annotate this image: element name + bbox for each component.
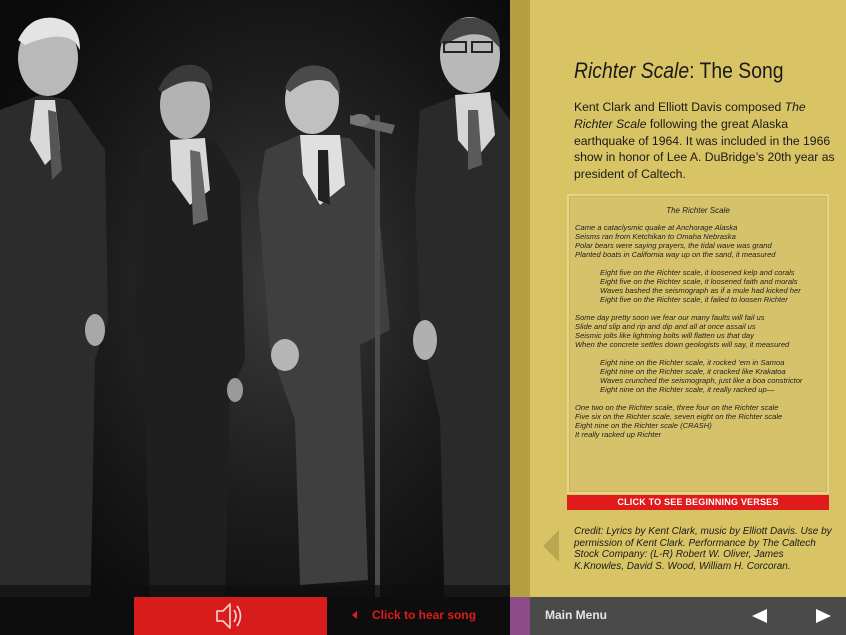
next-arrow-icon[interactable] [816, 609, 831, 623]
panel-divider [510, 0, 530, 597]
lyric-line: Polar bears were saying prayers, the tid… [575, 241, 772, 251]
credit-text: Credit: Lyrics by Kent Clark, music by E… [574, 526, 832, 572]
purple-accent [510, 597, 530, 635]
intro-part1: Kent Clark and Elliott Davis composed [574, 100, 785, 114]
lyrics-ending: One two on the Richter scale, three four… [575, 403, 782, 439]
lyric-line: Waves bashed the seismograph as if a mul… [600, 286, 801, 296]
see-beginning-verses-button[interactable]: CLICK TO SEE BEGINNING VERSES [567, 495, 829, 510]
lyric-line: Seismic jolts like lightning bolts will … [575, 331, 754, 341]
page-title-rest: : The Song [689, 58, 784, 83]
page-title: Richter Scale: The Song [574, 58, 784, 84]
play-audio-button[interactable] [134, 597, 327, 635]
lyrics-chorus-1: Eight five on the Richter scale, it loos… [600, 268, 801, 304]
lyric-line: Eight nine on the Richter scale, it rock… [600, 358, 785, 367]
lyrics-verse-2: Some day pretty soon we fear our many fa… [575, 313, 789, 349]
lyrics-verse-1: Came a cataclysmic quake at Anchorage Al… [575, 223, 776, 259]
lyrics-box: The Richter Scale Came a cataclysmic qua… [567, 194, 829, 494]
lyric-line: One two on the Richter scale, three four… [575, 403, 779, 412]
side-back-arrow-icon[interactable] [543, 530, 559, 562]
main-menu-link[interactable]: Main Menu [545, 608, 607, 622]
lyric-line: Eight nine on the Richter scale (CRASH) [575, 421, 712, 431]
lyric-line: Planted boats in California way up on th… [575, 250, 776, 260]
lyric-line: Eight five on the Richter scale, it fail… [600, 295, 788, 305]
intro-text: Kent Clark and Elliott Davis composed Th… [574, 99, 836, 183]
speaker-icon [216, 603, 242, 629]
performers-photo [0, 0, 510, 635]
play-arrow-icon [352, 611, 357, 619]
lyric-line: Came a cataclysmic quake at Anchorage Al… [575, 223, 738, 232]
lyric-line: Waves crunched the seismograph, just lik… [600, 376, 803, 386]
lyric-line: Eight nine on the Richter scale, it real… [600, 385, 775, 395]
lyrics-chorus-2: Eight nine on the Richter scale, it rock… [600, 358, 802, 394]
photo-figures [0, 17, 510, 635]
lyrics-title: The Richter Scale [666, 206, 730, 215]
lyric-line: Seisms ran from Ketchikan to Omaha Nebra… [575, 232, 736, 242]
lyric-line: It really racked up Richter [575, 430, 662, 440]
page-title-italic: Richter Scale [574, 58, 690, 83]
lyric-line: Some day pretty soon we fear our many fa… [575, 313, 765, 322]
lyric-line: Five six on the Richter scale, seven eig… [575, 412, 783, 422]
lyric-line: Slide and slip and rip and dip and all a… [575, 322, 756, 332]
hear-song-label: Click to hear song [372, 608, 477, 622]
lyric-line: Eight five on the Richter scale, it loos… [600, 277, 798, 287]
hear-song-button[interactable]: Click to hear song [327, 597, 510, 635]
lyric-line: Eight nine on the Richter scale, it crac… [600, 367, 786, 377]
lyric-line: Eight five on the Richter scale, it loos… [600, 268, 795, 277]
prev-arrow-icon[interactable] [752, 609, 767, 623]
bottom-bar-left [0, 597, 134, 635]
lyric-line: When the concrete settles down geologist… [575, 340, 790, 350]
